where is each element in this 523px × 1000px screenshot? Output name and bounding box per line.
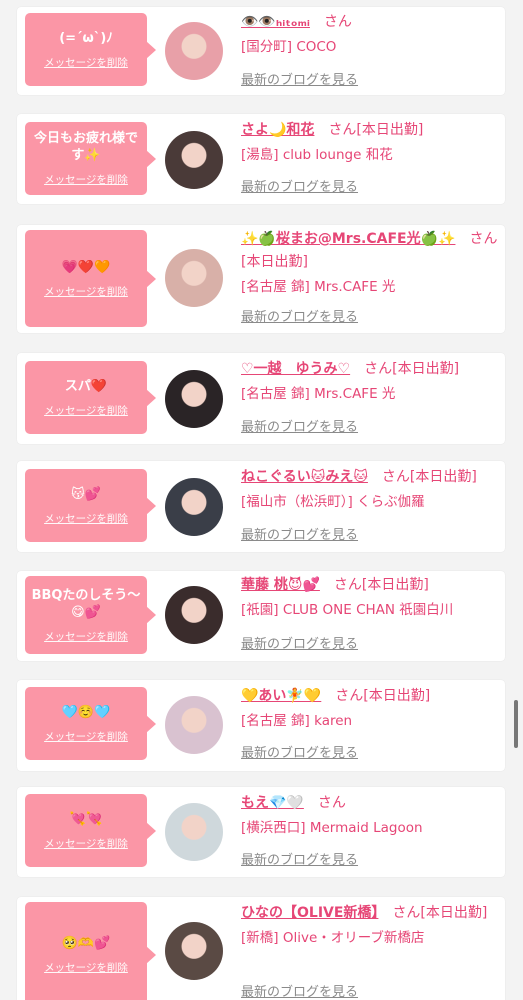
delete-message-link[interactable]: メッセージを削除 [44, 55, 128, 70]
sender-name-line: 👁️👁️ₕᵢₜₒₘᵢ さん [241, 11, 499, 34]
avatar[interactable] [165, 696, 223, 754]
delete-message-link[interactable]: メッセージを削除 [44, 172, 128, 187]
message-bubble: 💘💘 メッセージを削除 [25, 794, 156, 867]
latest-blog-link[interactable]: 最新のブログを見る [241, 416, 358, 435]
avatar[interactable] [165, 922, 223, 980]
sender-name-line: 華藤 桃😈💕 さん[本日出勤] [241, 574, 499, 597]
latest-blog-link[interactable]: 最新のブログを見る [241, 306, 358, 325]
delete-message-link[interactable]: メッセージを削除 [44, 511, 128, 526]
sender-name-link[interactable]: 華藤 桃😈💕 [241, 577, 320, 593]
sender-suffix: さん[本日出勤] [335, 688, 431, 704]
sender-name-link[interactable]: 👁️👁️ₕᵢₜₒₘᵢ [241, 14, 310, 30]
latest-blog-link[interactable]: 最新のブログを見る [241, 849, 358, 868]
message-text: 🩵☺️🩵 [61, 704, 111, 720]
message-card: (=´ω`)ﾉ メッセージを削除 👁️👁️ₕᵢₜₒₘᵢ さん [国分町] COCO 最新… [17, 7, 505, 95]
sender-info: 華藤 桃😈💕 さん[本日出勤] [祇園] CLUB ONE CHAN 祇園白川 最新… [241, 574, 499, 661]
message-text: (=´ω`)ﾉ [59, 30, 113, 46]
latest-blog-link[interactable]: 最新のブログを見る [241, 742, 358, 761]
delete-message-link[interactable]: メッセージを削除 [44, 836, 128, 851]
sender-name-link[interactable]: ♡一越 ゆうみ♡ [241, 361, 350, 377]
sender-info: 💛あい🧚💛 さん[本日出勤] [名古屋 錦] karen 最新のブログを見る [241, 685, 499, 771]
avatar[interactable] [165, 249, 223, 307]
sender-info: ねこぐるい🐱みえ🐱 さん[本日出勤] [福山市（松浜町）] くらぶ伽羅 最新のブログ… [241, 466, 499, 552]
delete-message-link[interactable]: メッセージを削除 [44, 284, 128, 299]
avatar[interactable] [165, 22, 223, 80]
sender-suffix: さん[本日出勤] [392, 905, 488, 921]
sender-name-link[interactable]: ✨🍏桜まお@Mrs.CAFE光🍏✨ [241, 231, 455, 247]
shop-label: [名古屋 錦] Mrs.CAFE 光 [241, 279, 396, 295]
message-bubble: BBQたのしそう〜😋💕 メッセージを削除 [25, 576, 156, 654]
sender-info: ✨🍏桜まお@Mrs.CAFE光🍏✨ さん[本日出勤] [名古屋 錦] Mrs.CA… [241, 228, 499, 333]
message-card: 💗❤️🧡 メッセージを削除 ✨🍏桜まお@Mrs.CAFE光🍏✨ さん[本日出勤] [名… [17, 225, 505, 333]
message-card: 今日もお疲れ様です✨ メッセージを削除 さよ🌙和花 さん[本日出勤] [湯島] clu… [17, 114, 505, 204]
delete-message-link[interactable]: メッセージを削除 [44, 629, 128, 644]
shop-label: [名古屋 錦] Mrs.CAFE 光 [241, 386, 396, 402]
sender-name-line: さよ🌙和花 さん[本日出勤] [241, 119, 499, 142]
message-card: 🩵☺️🩵 メッセージを削除 💛あい🧚💛 さん[本日出勤] [名古屋 錦] karen 最… [17, 680, 505, 771]
shop-label: [名古屋 錦] karen [241, 713, 353, 729]
shop-label: [横浜西口] Mermaid Lagoon [241, 820, 423, 836]
delete-message-link[interactable]: メッセージを削除 [44, 729, 128, 744]
sender-suffix: さん[本日出勤] [333, 577, 429, 593]
shop-label: [福山市（松浜町）] くらぶ伽羅 [241, 494, 425, 510]
message-card: スパ❤️ メッセージを削除 ♡一越 ゆうみ♡ さん[本日出勤] [名古屋 錦] Mrs… [17, 353, 505, 444]
avatar[interactable] [165, 370, 223, 428]
message-bubble: 😽💕 メッセージを削除 [25, 469, 156, 542]
message-text: 今日もお疲れ様です✨ [33, 131, 138, 163]
message-bubble: 🥺🫶💕 メッセージを削除 [25, 902, 156, 1000]
avatar[interactable] [165, 131, 223, 189]
sender-info: ひなの【OLIVE新橋】 さん[本日出勤] [新橋] Olive・オリーブ新橋店最… [241, 902, 499, 1000]
delete-message-link[interactable]: メッセージを削除 [44, 403, 128, 418]
sender-name-link[interactable]: ねこぐるい🐱みえ🐱 [241, 469, 368, 485]
avatar[interactable] [165, 478, 223, 536]
sender-info: 👁️👁️ₕᵢₜₒₘᵢ さん [国分町] COCO 最新のブログを見る [241, 11, 499, 95]
shop-label: [新橋] Olive・オリーブ新橋店 [241, 930, 425, 946]
sender-name-link[interactable]: もえ💎🤍 [241, 795, 304, 811]
sender-name-line: ♡一越 ゆうみ♡ さん[本日出勤] [241, 358, 499, 381]
latest-blog-link[interactable]: 最新のブログを見る [241, 633, 358, 652]
message-bubble: (=´ω`)ﾉ メッセージを削除 [25, 13, 156, 86]
sender-suffix: さん[本日出勤] [381, 469, 477, 485]
sender-suffix: さん[本日出勤] [328, 122, 424, 138]
message-card: 😽💕 メッセージを削除 ねこぐるい🐱みえ🐱 さん[本日出勤] [福山市（松浜町）] く… [17, 461, 505, 552]
sender-name-line: ✨🍏桜まお@Mrs.CAFE光🍏✨ さん[本日出勤] [241, 228, 499, 274]
sender-info: ♡一越 ゆうみ♡ さん[本日出勤] [名古屋 錦] Mrs.CAFE 光最新のブロ… [241, 358, 499, 444]
message-text: BBQたのしそう〜😋💕 [31, 587, 141, 620]
shop-label: [湯島] club lounge 和花 [241, 147, 393, 163]
sender-name-link[interactable]: ひなの【OLIVE新橋】 [241, 905, 378, 921]
sender-info: もえ💎🤍 さん [横浜西口] Mermaid Lagoon 最新のブログを見る [241, 792, 499, 877]
sender-suffix: さん [317, 795, 346, 811]
shop-label: [祇園] CLUB ONE CHAN 祇園白川 [241, 602, 454, 618]
message-bubble: 💗❤️🧡 メッセージを削除 [25, 230, 156, 327]
sender-suffix: さん[本日出勤] [364, 361, 460, 377]
message-card: BBQたのしそう〜😋💕 メッセージを削除 華藤 桃😈💕 さん[本日出勤] [祇園] C… [17, 571, 505, 661]
sender-name-line: ひなの【OLIVE新橋】 さん[本日出勤] [241, 902, 499, 925]
latest-blog-link[interactable]: 最新のブログを見る [241, 524, 358, 543]
message-card: 🥺🫶💕 メッセージを削除 ひなの【OLIVE新橋】 さん[本日出勤] [新橋] Oli… [17, 897, 505, 1000]
sender-suffix: さん [323, 14, 352, 30]
avatar[interactable] [165, 586, 223, 644]
message-text: スパ❤️ [64, 378, 108, 394]
message-text: 💗❤️🧡 [61, 259, 111, 275]
message-bubble: 🩵☺️🩵 メッセージを削除 [25, 687, 156, 760]
delete-message-link[interactable]: メッセージを削除 [44, 960, 128, 975]
avatar[interactable] [165, 803, 223, 861]
message-bubble: 今日もお疲れ様です✨ メッセージを削除 [25, 122, 156, 195]
scrollbar[interactable] [514, 700, 518, 748]
latest-blog-link[interactable]: 最新のブログを見る [241, 69, 358, 88]
sender-name-line: 💛あい🧚💛 さん[本日出勤] [241, 685, 499, 708]
message-text: 😽💕 [71, 486, 101, 502]
sender-info: さよ🌙和花 さん[本日出勤] [湯島] club lounge 和花 最新のブログを… [241, 119, 499, 204]
message-text: 🥺🫶💕 [61, 935, 111, 951]
message-card: 💘💘 メッセージを削除 もえ💎🤍 さん [横浜西口] Mermaid Lagoon 最新… [17, 787, 505, 877]
latest-blog-link[interactable]: 最新のブログを見る [241, 176, 358, 195]
sender-name-line: ねこぐるい🐱みえ🐱 さん[本日出勤] [241, 466, 499, 489]
sender-name-link[interactable]: さよ🌙和花 [241, 122, 314, 138]
sender-name-line: もえ💎🤍 さん [241, 792, 499, 815]
latest-blog-link[interactable]: 最新のブログを見る [241, 981, 358, 1000]
shop-label: [国分町] COCO [241, 39, 337, 55]
sender-name-link[interactable]: 💛あい🧚💛 [241, 688, 321, 704]
message-bubble: スパ❤️ メッセージを削除 [25, 361, 156, 434]
message-text: 💘💘 [69, 811, 103, 827]
